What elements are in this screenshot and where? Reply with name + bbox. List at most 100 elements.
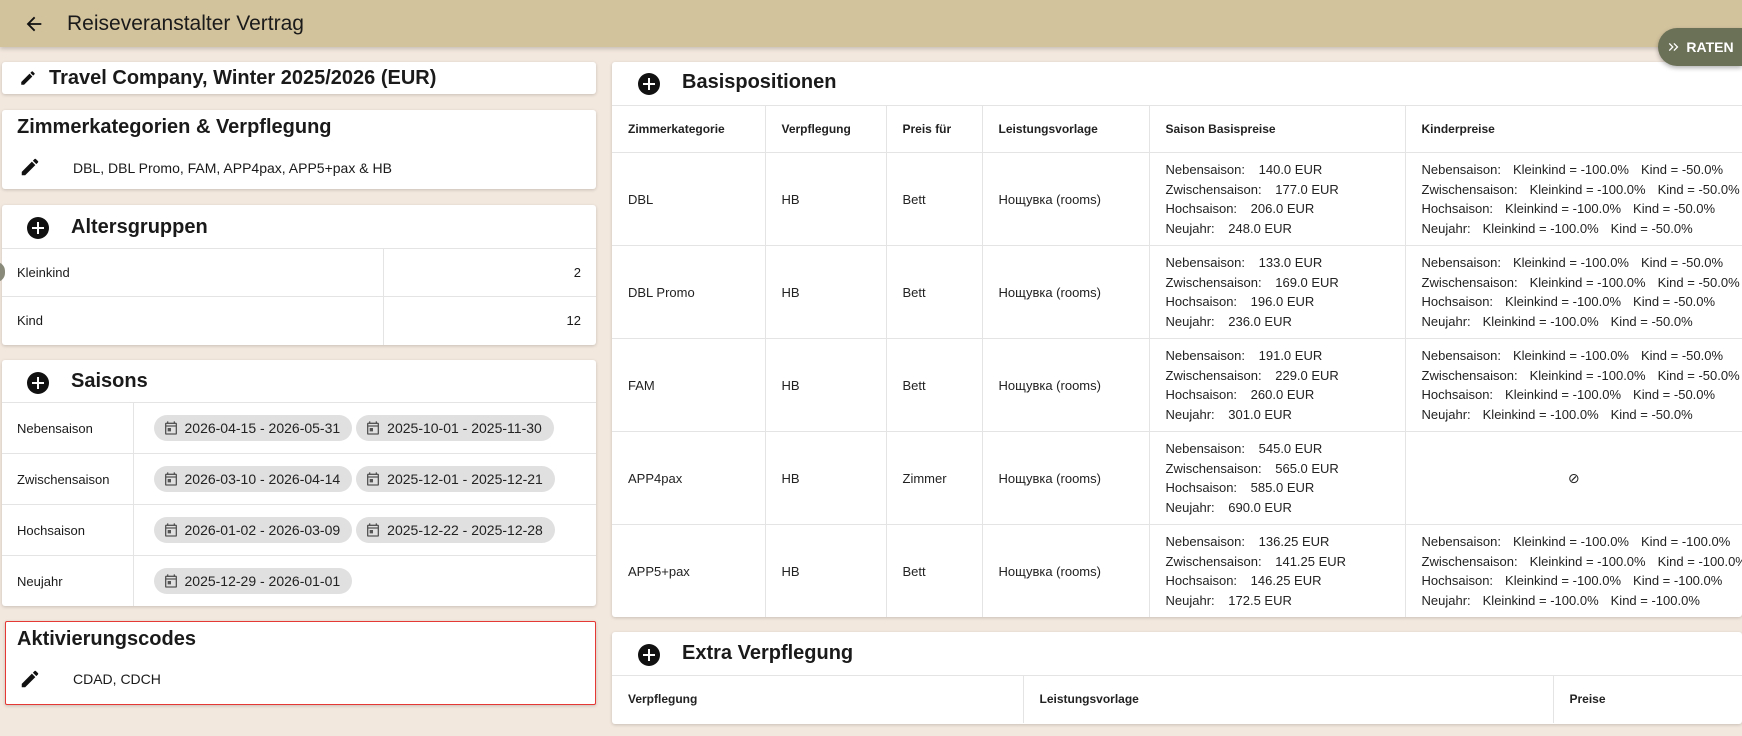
kids-child: Kind = -100.0% [1610, 592, 1700, 608]
column-header[interactable]: Preis für [885, 105, 982, 153]
back-arrow-icon[interactable] [20, 10, 48, 38]
add-circle-icon[interactable] [27, 217, 49, 239]
price-line: Nebensaison: 140.0 EUR [1166, 160, 1389, 180]
kids-line: Hochsaison: Kleinkind = -100.0% Kind = -50… [1422, 292, 1727, 312]
template-cell: Нощувка (rooms) [981, 431, 1149, 525]
table-row[interactable]: DBL Promo HB Bett Нощувка (rooms) Nebensaiso… [612, 245, 1742, 339]
column-header[interactable]: Verpflegung [764, 105, 886, 153]
table-row[interactable]: APP4pax HB Zimmer Нощувка (rooms) Nebensaiso… [612, 431, 1742, 525]
raten-button[interactable]: RATEN [1658, 28, 1742, 66]
price-lines: Nebensaison: 140.0 EUR Zwischensaison: 17… [1166, 160, 1389, 238]
age-groups-table: Kleinkind 2 Kind 12 [2, 248, 596, 345]
add-circle-icon[interactable] [27, 372, 49, 394]
kids-line: Hochsaison: Kleinkind = -100.0% Kind = -50… [1422, 199, 1727, 219]
price-for-cell: Bett [885, 152, 982, 246]
edit-pencil-icon[interactable] [19, 69, 37, 87]
kids-lines: Nebensaison: Kleinkind = -100.0% Kind = -1… [1421, 532, 1742, 610]
kids-child: Kind = -50.0% [1633, 387, 1716, 402]
date-range-chip[interactable]: 2025-12-22 - 2025-12-28 [356, 517, 555, 543]
age-groups-card: Altersgruppen Kleinkind 2 Kind 12 [2, 205, 596, 345]
date-range-label: 2025-12-01 - 2025-12-21 [387, 471, 543, 487]
column-header[interactable]: Zimmerkategorie [612, 105, 765, 153]
kids-line: Nebensaison: Kleinkind = -100.0% Kind = -1… [1422, 532, 1731, 552]
table-row[interactable]: APP5+pax HB Bett Нощувка (rooms) Nebensaison… [612, 524, 1742, 617]
date-range-chip[interactable]: 2025-12-29 - 2026-01-01 [153, 568, 353, 595]
room-category-cell: DBL [612, 152, 765, 246]
date-range-chip[interactable]: 2026-04-15 - 2026-05-31 [153, 415, 353, 441]
column-header[interactable]: Saison Basispreise [1148, 105, 1405, 153]
no-entry-icon: ⊘ [1567, 469, 1580, 486]
date-range-chip[interactable]: 2026-03-10 - 2026-04-14 [153, 466, 353, 492]
kids-lines: Nebensaison: Kleinkind = -100.0% Kind = -5… [1421, 346, 1740, 425]
date-range-chip[interactable]: 2026-01-02 - 2026-03-09 [153, 517, 353, 543]
kids-child: Kind = -50.0% [1657, 274, 1740, 290]
edit-pencil-icon[interactable] [19, 668, 41, 690]
price-value: 196.0 EUR [1250, 294, 1315, 309]
raten-label: RATEN [1686, 39, 1734, 55]
kids-infant: Kleinkind = -100.0% [1505, 294, 1622, 309]
date-range-label: 2026-03-10 - 2026-04-14 [184, 471, 341, 487]
kids-infant: Kleinkind = -100.0% [1513, 162, 1629, 177]
price-line: Nebensaison: 191.0 EUR [1166, 346, 1389, 366]
season-name: Nebensaison [2, 402, 134, 454]
price-season: Neujahr: [1165, 592, 1215, 608]
kids-season: Neujahr: [1421, 313, 1471, 329]
season-prices-cell: Nebensaison: 191.0 EUR Zwischensaison: 22… [1148, 338, 1405, 432]
price-value: 236.0 EUR [1228, 313, 1292, 329]
price-line: Nebensaison: 136.25 EUR [1166, 532, 1389, 552]
table-row[interactable]: FAM HB Bett Нощувка (rooms) Nebensaison: 191… [612, 338, 1742, 432]
price-value: 133.0 EUR [1258, 255, 1323, 270]
price-line: Hochsaison: 146.25 EUR [1166, 571, 1389, 591]
price-season: Nebensaison: [1165, 162, 1246, 177]
kids-child: Kind = -50.0% [1657, 367, 1740, 383]
column-header[interactable]: Preise [1552, 675, 1742, 723]
kids-infant: Kleinkind = -100.0% [1513, 348, 1629, 363]
kids-prices-cell: Nebensaison: Kleinkind = -100.0% Kind = -5… [1404, 152, 1742, 246]
kids-line: Neujahr: Kleinkind = -100.0% Kind = -50.0% [1422, 405, 1727, 425]
calendar-icon [365, 522, 381, 538]
board-cell: HB [764, 431, 886, 525]
base-positions-title: Basispositionen [682, 71, 837, 93]
edit-pencil-icon[interactable] [19, 156, 41, 178]
kids-child: Kind = -50.0% [1610, 313, 1693, 329]
add-circle-icon[interactable] [638, 73, 660, 95]
template-cell: Нощувка (rooms) [981, 524, 1149, 617]
date-range-label: 2025-10-01 - 2025-11-30 [387, 420, 542, 436]
table-row[interactable]: DBL HB Bett Нощувка (rooms) Nebensaison: 140… [612, 152, 1742, 246]
age-group-value: 12 [383, 296, 596, 345]
room-category-cell: APP4pax [612, 431, 765, 525]
price-season: Zwischensaison: [1165, 181, 1262, 197]
kids-prices-cell: Nebensaison: Kleinkind = -100.0% Kind = -5… [1404, 245, 1742, 339]
kids-infant: Kleinkind = -100.0% [1513, 255, 1629, 270]
column-header[interactable]: Leistungsvorlage [981, 105, 1149, 153]
column-header[interactable]: Leistungsvorlage [1022, 675, 1553, 723]
kids-child: Kind = -50.0% [1641, 162, 1724, 177]
kids-season: Neujahr: [1421, 592, 1471, 608]
kids-season: Zwischensaison: [1421, 367, 1518, 383]
price-line: Nebensaison: 545.0 EUR [1166, 439, 1389, 459]
column-header[interactable]: Verpflegung [612, 675, 1023, 723]
season-prices-cell: Nebensaison: 136.25 EUR Zwischensaison: 1… [1148, 524, 1405, 617]
date-range-chip[interactable]: 2025-10-01 - 2025-11-30 [356, 415, 554, 441]
activation-codes-card: Aktivierungscodes CDAD, CDCH [5, 621, 596, 705]
price-for-cell: Zimmer [885, 431, 982, 525]
kids-season: Neujahr: [1421, 406, 1471, 422]
kids-line: Zwischensaison: Kleinkind = -100.0% Kind =… [1421, 366, 1740, 386]
season-ranges: 2026-04-15 - 2026-05-31 2025-10-01 - 2025… [133, 402, 596, 454]
price-line: Zwischensaison: 177.0 EUR [1166, 180, 1389, 200]
price-lines: Nebensaison: 133.0 EUR Zwischensaison: 16… [1166, 253, 1389, 331]
price-lines: Nebensaison: 191.0 EUR Zwischensaison: 22… [1166, 346, 1389, 424]
price-value: 690.0 EUR [1228, 499, 1292, 515]
extra-board-table: Verpflegung Leistungsvorlage Preise [612, 675, 1742, 723]
add-circle-icon[interactable] [638, 644, 660, 666]
table-row: Kleinkind 2 [2, 248, 596, 297]
price-value: 565.0 EUR [1275, 460, 1339, 476]
column-header[interactable]: Kinderpreise [1404, 105, 1742, 153]
price-season: Hochsaison: [1165, 480, 1238, 495]
price-value: 191.0 EUR [1258, 348, 1323, 363]
date-range-label: 2026-01-02 - 2026-03-09 [184, 522, 341, 538]
template-cell: Нощувка (rooms) [981, 245, 1149, 339]
kids-infant: Kleinkind = -100.0% [1505, 573, 1622, 588]
price-value: 229.0 EUR [1275, 367, 1339, 383]
date-range-chip[interactable]: 2025-12-01 - 2025-12-21 [356, 466, 555, 492]
